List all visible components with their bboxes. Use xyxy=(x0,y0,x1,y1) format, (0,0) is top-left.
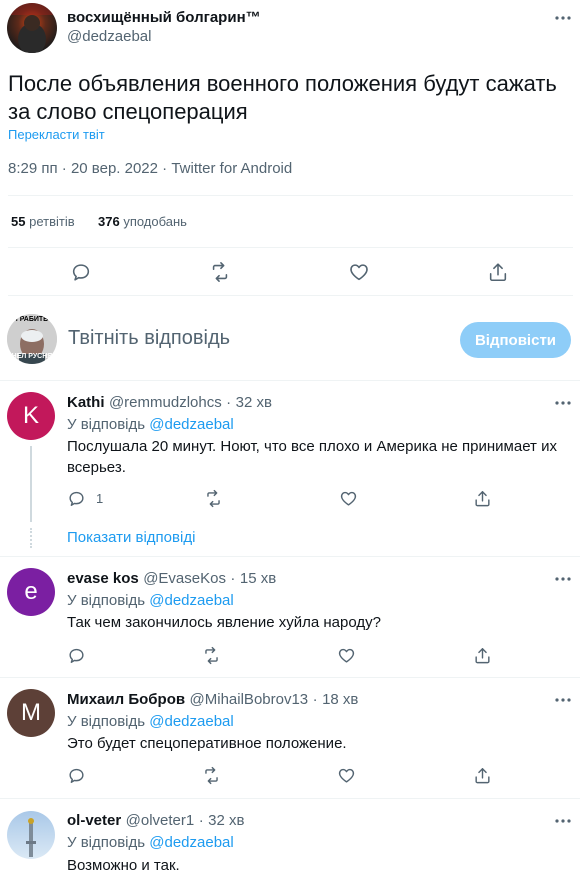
reply-author-handle[interactable]: @MihailBobrov13 xyxy=(190,691,309,708)
like-icon[interactable] xyxy=(348,261,370,283)
separator-dot: · xyxy=(312,691,318,708)
separator-dot: · xyxy=(198,812,204,829)
reply-to-handle[interactable]: @dedzaebal xyxy=(149,713,233,730)
translate-link[interactable]: Перекласти твіт xyxy=(8,127,105,142)
reply-composer-input[interactable]: Твітніть відповідь xyxy=(68,327,230,350)
reply-text-line-1: Возможно и так. xyxy=(67,857,180,874)
reply-author-name[interactable]: evase kos xyxy=(67,570,139,587)
reply-icon[interactable] xyxy=(67,766,86,785)
reply-submit-label: Відповісти xyxy=(474,331,557,349)
separator-dot: · xyxy=(226,394,232,411)
timestamp-row: 8:29 пп · 20 вер. 2022 · Twitter for And… xyxy=(8,160,292,177)
like-icon[interactable] xyxy=(337,646,356,665)
reply-to-line: У відповідь @dedzaebal xyxy=(67,592,234,609)
tweet-text-line-2: за слово спецоперация xyxy=(8,99,248,124)
reply-header: ol-veter @olveter1 · 32 хв xyxy=(67,812,244,830)
reply-avatar[interactable]: K xyxy=(7,392,55,440)
reply-header: evase kos @EvaseKos · 15 хв xyxy=(67,570,276,588)
separator-dot: · xyxy=(230,570,236,587)
reply-avatar[interactable]: M xyxy=(7,689,55,737)
share-icon[interactable] xyxy=(473,646,492,665)
reply-to-line: У відповідь @dedzaebal xyxy=(67,713,234,730)
reply-submit-button[interactable]: Відповісти xyxy=(460,322,571,358)
like-icon[interactable] xyxy=(337,766,356,785)
avatar-letter: M xyxy=(21,699,41,726)
reply-icon xyxy=(67,489,86,508)
separator-dot: · xyxy=(61,160,67,177)
reply-time[interactable]: 18 хв xyxy=(322,691,358,708)
reply-header: Kathi @remmudzlohcs · 32 хв xyxy=(67,394,272,412)
avatar-letter: e xyxy=(24,578,38,605)
likes-label: уподобань xyxy=(123,214,187,229)
reply-to-prefix: У відповідь xyxy=(67,713,146,730)
reply-text-line-2: всерьез. xyxy=(67,459,126,476)
reply-to-line: У відповідь @dedzaebal xyxy=(67,416,234,433)
reply-to-handle[interactable]: @dedzaebal xyxy=(149,592,233,609)
author-handle[interactable]: @dedzaebal xyxy=(67,28,151,45)
current-user-avatar[interactable]: ГРАБИТЬ НЕЛ РУСНЯ xyxy=(7,314,57,364)
share-icon[interactable] xyxy=(473,489,492,508)
retweet-icon[interactable] xyxy=(204,489,223,508)
reply-to-handle[interactable]: @dedzaebal xyxy=(149,416,233,433)
likes-stat[interactable]: 376 уподобань xyxy=(98,214,187,229)
more-icon[interactable] xyxy=(553,690,573,710)
reply-count: 1 xyxy=(96,491,104,506)
more-icon[interactable] xyxy=(553,8,573,28)
thread-connector-dots xyxy=(30,528,32,548)
reply-time[interactable]: 32 хв xyxy=(208,812,244,829)
author-avatar-image xyxy=(7,3,57,53)
retweet-icon[interactable] xyxy=(209,261,231,283)
share-icon[interactable] xyxy=(473,766,492,785)
reply-author-name[interactable]: Михаил Бобров xyxy=(67,691,185,708)
reply-author-name[interactable]: Kathi xyxy=(67,394,105,411)
retweet-icon[interactable] xyxy=(202,766,221,785)
reply-action-reply[interactable]: 1 xyxy=(67,489,103,508)
retweet-icon[interactable] xyxy=(202,646,221,665)
reply-avatar[interactable]: e xyxy=(7,568,55,616)
reply-to-handle[interactable]: @dedzaebal xyxy=(149,834,233,851)
retweets-stat[interactable]: 55 ретвітів xyxy=(11,214,75,229)
tweet-time[interactable]: 8:29 пп xyxy=(8,160,58,177)
reply-time[interactable]: 32 хв xyxy=(236,394,272,411)
avatar-letter: K xyxy=(22,402,39,429)
show-replies-link[interactable]: Показати відповіді xyxy=(67,529,195,546)
reply-icon[interactable] xyxy=(67,646,86,665)
retweets-count: 55 xyxy=(11,214,26,229)
avatar-caption-bottom: НЕЛ РУСНЯ xyxy=(11,353,53,360)
author-name[interactable]: восхищённый болгарин™ xyxy=(67,9,261,26)
reply-time[interactable]: 15 хв xyxy=(240,570,276,587)
tweet-client[interactable]: Twitter for Android xyxy=(171,160,292,177)
reply-text-line-1: Это будет спецоперативное положение. xyxy=(67,735,347,752)
reply-author-handle[interactable]: @remmudzlohcs xyxy=(109,394,222,411)
more-icon[interactable] xyxy=(553,569,573,589)
reply-text-line-1: Послушала 20 минут. Ноют, что все плохо … xyxy=(67,438,557,455)
reply-author-name[interactable]: ol-veter xyxy=(67,812,121,829)
reply-header: Михаил Бобров @MihailBobrov13 · 18 хв xyxy=(67,691,358,709)
avatar-caption-top: ГРАБИТЬ xyxy=(15,316,49,323)
reply-avatar[interactable] xyxy=(7,811,55,859)
tweet-date[interactable]: 20 вер. 2022 xyxy=(71,160,158,177)
reply-author-handle[interactable]: @olveter1 xyxy=(126,812,195,829)
reply-to-prefix: У відповідь xyxy=(67,416,146,433)
reply-author-handle[interactable]: @EvaseKos xyxy=(143,570,226,587)
more-icon[interactable] xyxy=(553,393,573,413)
retweets-label: ретвітів xyxy=(29,214,75,229)
reply-to-prefix: У відповідь xyxy=(67,834,146,851)
reply-to-line: У відповідь @dedzaebal xyxy=(67,834,234,851)
tweet-text-line-1: После объявления военного положения буду… xyxy=(8,71,557,96)
reply-icon[interactable] xyxy=(70,261,92,283)
likes-count: 376 xyxy=(98,214,120,229)
reply-avatar-image xyxy=(26,818,36,857)
thread-connector-line xyxy=(30,446,32,522)
share-icon[interactable] xyxy=(487,261,509,283)
author-avatar[interactable] xyxy=(7,3,57,53)
like-icon[interactable] xyxy=(339,489,358,508)
reply-text-line-1: Так чем закончилось явление хуйла народу… xyxy=(67,614,381,631)
more-icon[interactable] xyxy=(553,811,573,831)
reply-to-prefix: У відповідь xyxy=(67,592,146,609)
separator-dot: · xyxy=(162,160,168,177)
